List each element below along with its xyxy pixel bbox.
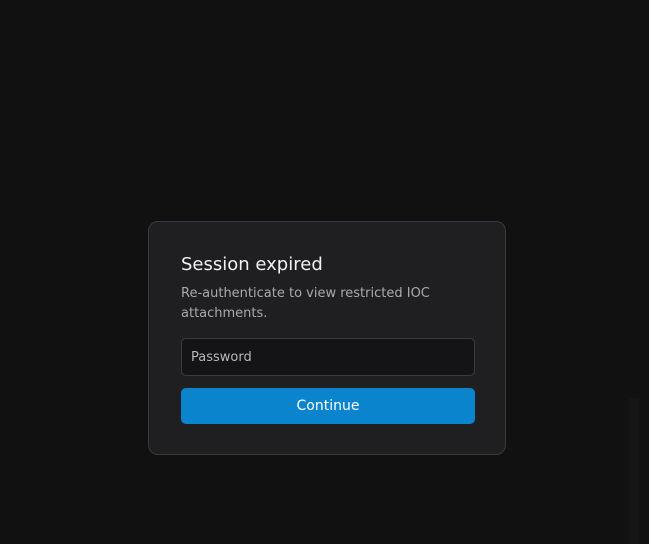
- dialog-description: Re-authenticate to view restricted IOC a…: [181, 286, 430, 321]
- background-scrollbar: [629, 398, 639, 544]
- dialog-title: Session expired: [181, 254, 323, 275]
- session-expired-dialog: Session expired Re-authenticate to view …: [148, 221, 506, 455]
- continue-button[interactable]: Continue: [181, 388, 475, 424]
- password-input[interactable]: [181, 338, 475, 376]
